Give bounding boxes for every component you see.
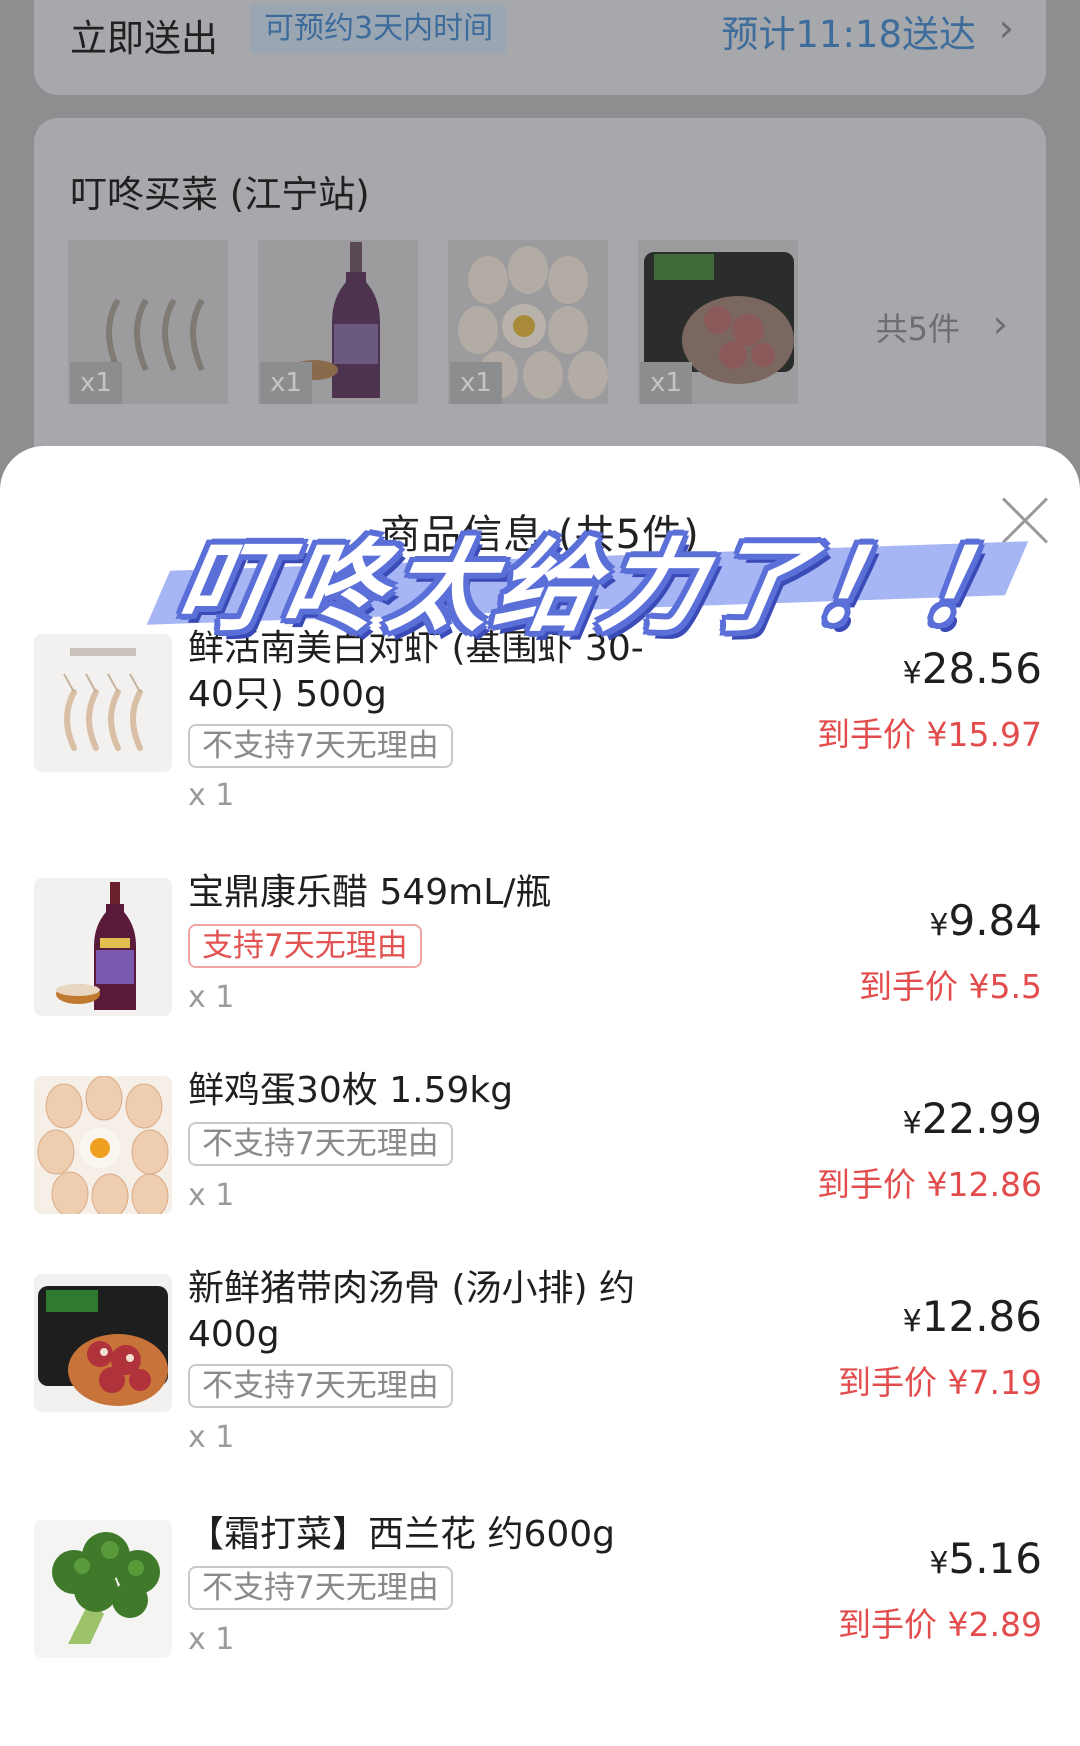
price-value: 9.84 <box>948 896 1042 945</box>
final-price: 到手价 ¥5.5 <box>859 967 1042 1006</box>
price-value: 22.99 <box>921 1094 1042 1143</box>
product-name: 鲜鸡蛋30枚 1.59kg <box>188 1070 514 1111</box>
currency-symbol: ¥ <box>902 1304 922 1339</box>
broccoli-icon <box>34 1520 172 1658</box>
thumbnail-qty: x1 <box>450 362 502 404</box>
thumbnail-vinegar[interactable]: x1 <box>258 240 418 404</box>
item-count: 共5件 <box>875 310 960 348</box>
product-quantity: x 1 <box>188 1420 235 1455</box>
thumbnail-qty: x1 <box>260 362 312 404</box>
product-quantity: x 1 <box>188 1178 235 1213</box>
product-image <box>34 1274 172 1412</box>
product-name: 新鲜猪带肉汤骨 (汤小排) 约 400g <box>188 1268 635 1355</box>
product-image <box>34 1076 172 1214</box>
eggs-icon <box>34 1076 172 1214</box>
product-image <box>34 634 172 772</box>
thumbnail-qty: x1 <box>640 362 692 404</box>
thumbnail-qty: x1 <box>70 362 122 404</box>
delivery-eta[interactable]: 预计11:18送达 <box>721 4 976 58</box>
shrimp-icon <box>34 634 172 772</box>
final-price: 到手价 ¥12.86 <box>817 1165 1042 1204</box>
original-price: ¥12.86 <box>903 1292 1042 1341</box>
delivery-card[interactable]: 立即送出 可预约3天内时间 预计11:18送达 › <box>34 0 1046 95</box>
return-policy-tag: 不支持7天无理由 <box>188 1364 453 1408</box>
store-name: 叮咚买菜 (江宁站) <box>70 173 370 216</box>
reservation-tag: 可预约3天内时间 <box>250 4 508 54</box>
currency-symbol: ¥ <box>929 908 949 943</box>
return-policy-tag: 不支持7天无理由 <box>188 1566 453 1610</box>
product-image <box>34 1520 172 1658</box>
product-quantity: x 1 <box>188 980 235 1015</box>
original-price: ¥22.99 <box>903 1094 1042 1143</box>
price-value: 28.56 <box>921 644 1042 693</box>
return-policy-tag: 不支持7天无理由 <box>188 1122 453 1166</box>
chevron-right-icon[interactable]: › <box>993 302 1008 346</box>
original-price: ¥5.16 <box>929 1534 1042 1583</box>
currency-symbol: ¥ <box>902 1106 922 1141</box>
delivery-title: 立即送出 <box>70 17 218 60</box>
product-name: 【霜打菜】西兰花 约600g <box>188 1514 616 1555</box>
store-card[interactable]: 叮咚买菜 (江宁站) x1 x1 x1 x1 共5件 › <box>34 118 1046 478</box>
product-name: 宝鼎康乐醋 549mL/瓶 <box>188 872 552 913</box>
product-quantity: x 1 <box>188 1622 235 1657</box>
thumbnail-pork[interactable]: x1 <box>638 240 798 404</box>
product-image <box>34 878 172 1016</box>
thumbnail-eggs[interactable]: x1 <box>448 240 608 404</box>
chevron-right-icon[interactable]: › <box>999 6 1014 50</box>
product-quantity: x 1 <box>188 778 235 813</box>
pork-ribs-icon <box>34 1274 172 1412</box>
return-policy-tag: 支持7天无理由 <box>188 924 422 968</box>
thumbnail-shrimp[interactable]: x1 <box>68 240 228 404</box>
original-price: ¥28.56 <box>903 644 1042 693</box>
final-price: 到手价 ¥15.97 <box>817 715 1042 754</box>
currency-symbol: ¥ <box>902 656 922 691</box>
price-value: 5.16 <box>948 1534 1042 1583</box>
price-value: 12.86 <box>921 1292 1042 1341</box>
return-policy-tag: 不支持7天无理由 <box>188 724 453 768</box>
vinegar-bottle-icon <box>34 878 172 1016</box>
sticker-caption: 叮咚太给力了！！ <box>168 528 1037 645</box>
final-price: 到手价 ¥7.19 <box>838 1363 1042 1402</box>
final-price: 到手价 ¥2.89 <box>838 1605 1042 1644</box>
currency-symbol: ¥ <box>929 1546 949 1581</box>
original-price: ¥9.84 <box>929 896 1042 945</box>
